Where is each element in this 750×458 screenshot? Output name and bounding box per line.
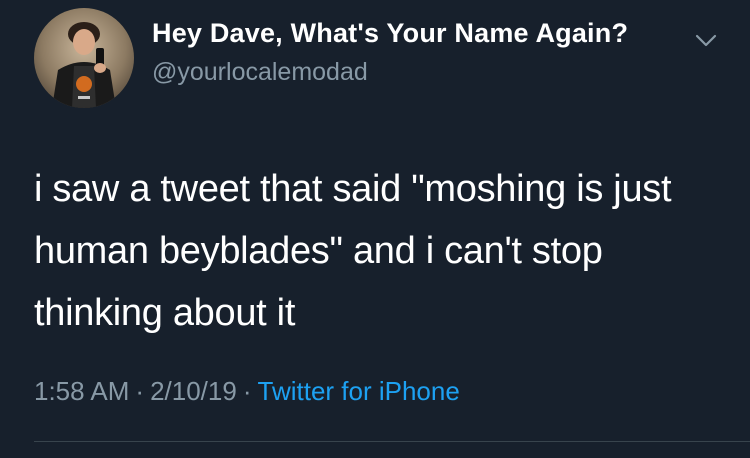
tweet-date[interactable]: 2/10/19 xyxy=(150,376,237,406)
profile-photo-icon xyxy=(34,8,134,108)
display-name[interactable]: Hey Dave, What's Your Name Again? xyxy=(152,18,628,49)
meta-separator: · xyxy=(135,376,145,406)
tweet-time[interactable]: 1:58 AM xyxy=(34,376,129,406)
tweet-meta: 1:58 AM · 2/10/19 · Twitter for iPhone xyxy=(34,376,460,407)
tweet-text: i saw a tweet that said "moshing is just… xyxy=(34,168,672,334)
tweet-card: Hey Dave, What's Your Name Again? @yourl… xyxy=(0,0,750,458)
tweet-source-link[interactable]: Twitter for iPhone xyxy=(258,376,460,406)
avatar[interactable] xyxy=(34,8,134,108)
user-handle[interactable]: @yourlocalemodad xyxy=(152,58,368,87)
meta-separator: · xyxy=(242,376,252,406)
chevron-down-icon[interactable] xyxy=(694,30,718,50)
divider xyxy=(34,441,750,442)
